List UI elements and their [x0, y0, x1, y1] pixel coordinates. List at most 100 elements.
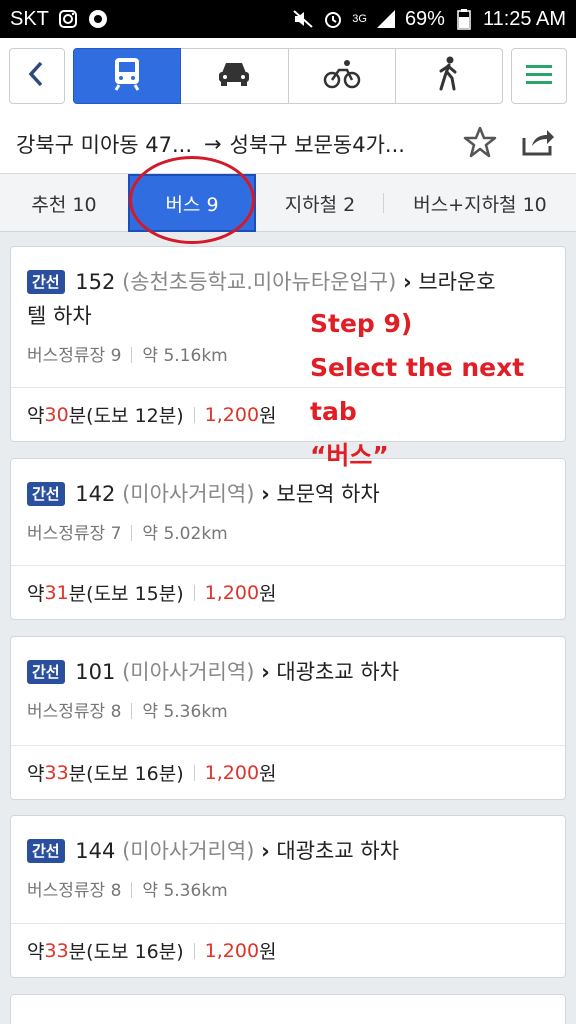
- route-summary-footer: 약 33 분(도보 16분) 1,200 원: [11, 745, 565, 799]
- tutorial-annotation: Step 9) Select the next tab “버스”: [310, 302, 576, 478]
- tab-label: 버스+지하철 10: [413, 193, 547, 216]
- bus-number: 142: [75, 482, 116, 506]
- alight-stop: 보문역 하차: [276, 482, 380, 506]
- mode-bus-button[interactable]: [73, 48, 182, 104]
- bus-type-badge: 간선: [27, 839, 65, 863]
- tab-label: 추천 10: [31, 193, 97, 216]
- alarm-icon: [322, 8, 344, 30]
- chevron-left-icon: [25, 60, 49, 92]
- stop-count: 버스정류장 8: [27, 702, 122, 722]
- route-summary-footer: 약 31 분(도보 15분) 1,200 원: [11, 565, 565, 619]
- app-notification-icon: [87, 8, 109, 30]
- status-bar: SKT 3G 69% 11:25 AM: [0, 0, 576, 38]
- mode-bike-button[interactable]: [288, 48, 396, 104]
- travel-minutes: 30: [44, 403, 69, 426]
- route-result-card[interactable]: 간선 142 (미아사거리역) › 보문역 하차 버스정류장 7 약 5.02km…: [10, 458, 566, 620]
- origin-text[interactable]: 강북구 미아동 47...: [16, 129, 192, 159]
- route-title: 간선 142 (미아사거리역) › 보문역 하차: [27, 477, 549, 511]
- distance: 약 5.02km: [142, 524, 228, 544]
- battery-icon: [453, 8, 475, 30]
- boarding-stop: (송천초등학교.미아뉴타운입구): [122, 270, 397, 294]
- destination-text[interactable]: 성북구 보문동4가...: [230, 129, 405, 159]
- transport-mode-selector: [73, 48, 503, 104]
- time-suffix: 분(도보 16분): [68, 941, 184, 963]
- transport-mode-bar: [0, 38, 576, 114]
- mode-walk-button[interactable]: [395, 48, 503, 104]
- bus-type-badge: 간선: [27, 660, 65, 684]
- fare-unit: 원: [259, 405, 277, 427]
- back-button[interactable]: [9, 48, 65, 104]
- route-title: 간선 144 (미아사거리역) › 대광초교 하차: [27, 834, 549, 868]
- route-details: 버스정류장 8 약 5.36km: [27, 697, 549, 722]
- travel-minutes: 33: [44, 939, 69, 962]
- alight-stop: 대광초교 하차: [276, 839, 400, 863]
- bus-icon: [111, 56, 143, 96]
- tab-subway[interactable]: 지하철 2: [256, 174, 384, 232]
- stop-count: 버스정류장 7: [27, 524, 122, 544]
- alight-stop: 브라운호: [418, 270, 496, 294]
- tab-label: 버스 9: [165, 193, 219, 216]
- tab-label: 지하철 2: [284, 193, 356, 216]
- travel-minutes: 33: [44, 761, 69, 784]
- carrier-label: SKT: [10, 7, 49, 30]
- chevron-right-icon: ›: [261, 660, 270, 684]
- clock: 11:25 AM: [482, 7, 566, 30]
- hamburger-menu-icon: [524, 62, 554, 90]
- car-icon: [216, 59, 252, 93]
- time-suffix: 분(도보 12분): [68, 405, 184, 427]
- route-summary: 강북구 미아동 47... → 성북구 보문동4가...: [0, 114, 576, 174]
- fare-unit: 원: [259, 583, 277, 605]
- route-result-card[interactable]: 간선 101 (미아사거리역) › 대광초교 하차 버스정류장 8 약 5.36k…: [10, 636, 566, 800]
- stop-count: 버스정류장 8: [27, 881, 122, 901]
- fare-amount: 1,200: [204, 939, 260, 962]
- mode-car-button[interactable]: [181, 48, 289, 104]
- fare-unit: 원: [259, 941, 277, 963]
- route-arrow: →: [204, 131, 222, 156]
- time-suffix: 분(도보 15분): [68, 583, 184, 605]
- walk-icon: [436, 56, 462, 96]
- result-type-tabs: 추천 10 버스 9 지하철 2 버스+지하철 10: [0, 174, 576, 232]
- fare-unit: 원: [259, 763, 277, 785]
- time-prefix: 약: [27, 941, 45, 963]
- bike-icon: [323, 58, 361, 94]
- chevron-right-icon: ›: [261, 839, 270, 863]
- favorite-button[interactable]: [460, 124, 500, 164]
- route-details: 버스정류장 8 약 5.36km: [27, 876, 549, 901]
- fare-amount: 1,200: [204, 581, 260, 604]
- route-summary-footer: 약 33 분(도보 16분) 1,200 원: [11, 923, 565, 977]
- share-button[interactable]: [518, 124, 558, 164]
- fare-amount: 1,200: [204, 761, 260, 784]
- tab-recommended[interactable]: 추천 10: [0, 174, 128, 232]
- route-result-card-partial[interactable]: [10, 994, 566, 1024]
- time-prefix: 약: [27, 763, 45, 785]
- time-prefix: 약: [27, 405, 45, 427]
- mute-icon: [292, 8, 314, 30]
- chevron-right-icon: ›: [403, 270, 412, 294]
- annotation-step: Step 9): [310, 309, 413, 338]
- time-prefix: 약: [27, 583, 45, 605]
- signal-icon: [375, 8, 397, 30]
- chevron-right-icon: ›: [261, 482, 270, 506]
- tab-bus[interactable]: 버스 9: [128, 174, 256, 232]
- stop-count: 버스정류장 9: [27, 346, 122, 366]
- fare-amount: 1,200: [204, 403, 260, 426]
- bus-number: 101: [75, 660, 116, 684]
- menu-button[interactable]: [511, 48, 567, 104]
- distance: 약 5.36km: [142, 881, 228, 901]
- distance: 약 5.16km: [142, 346, 228, 366]
- travel-minutes: 31: [44, 581, 69, 604]
- star-icon: [463, 125, 497, 164]
- alight-stop: 대광초교 하차: [276, 660, 400, 684]
- distance: 약 5.36km: [142, 702, 228, 722]
- annotation-target: “버스”: [310, 441, 389, 470]
- bus-type-badge: 간선: [27, 482, 65, 506]
- share-icon: [520, 126, 556, 163]
- battery-percent: 69%: [404, 7, 445, 30]
- instagram-icon: [57, 8, 79, 30]
- boarding-stop: (미아사거리역): [122, 660, 255, 684]
- annotation-instruction: Select the next tab: [310, 353, 525, 426]
- tab-bus-subway[interactable]: 버스+지하철 10: [384, 174, 576, 232]
- alight-stop-cont: 텔 하차: [27, 304, 92, 328]
- bus-number: 152: [75, 270, 116, 294]
- route-result-card[interactable]: 간선 144 (미아사거리역) › 대광초교 하차 버스정류장 8 약 5.36k…: [10, 815, 566, 978]
